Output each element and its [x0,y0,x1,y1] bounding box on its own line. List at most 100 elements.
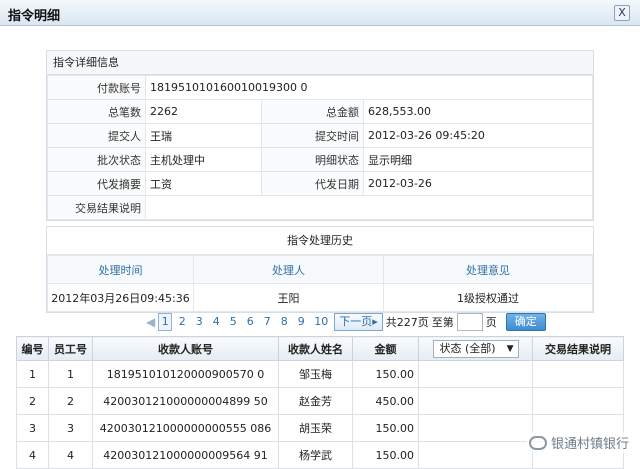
history-col-operator: 处理人 [193,255,384,284]
history-time: 2012年03月26日09:45:36 [47,283,194,312]
detail-panel-header: 指令详细信息 [47,51,593,75]
page-link-7[interactable]: 7 [260,313,274,331]
detail-row-summary: 代发摘要 工资 代发日期 2012-03-26 [47,171,593,196]
account-label: 付款账号 [47,75,146,100]
grid-col-status: 状态 (全部) ▼ [418,336,533,361]
cell-payee-name: 杨学武 [278,441,353,469]
dialog-titlebar: 指令明细 X [0,0,640,26]
cell-payee-account: 420030121000000009564 91 [92,441,279,469]
cell-amount: 150.00 [352,441,419,469]
cell-amount: 450.00 [352,387,419,415]
pagination: ◀ 1 2 3 4 5 6 7 8 9 10 下一页▸ 共227页 至第 页 确… [146,311,546,333]
detail-status-label: 明细状态 [261,147,364,172]
history-caption: 指令处理历史 [47,227,593,255]
count-label: 总笔数 [47,99,146,124]
page-link-10[interactable]: 10 [311,313,331,331]
page-unit-label: 页 [485,316,497,329]
submit-time-value: 2012-03-26 09:45:20 [363,123,593,148]
batch-status-label: 批次状态 [47,147,146,172]
total-pages: 共227页 [385,316,429,329]
cell-payee-account: 420030121000000004899 50 [92,387,279,415]
page-link-8[interactable]: 8 [277,313,291,331]
cell-status [418,360,533,388]
detail-row-count: 总笔数 2262 总金额 628,553.00 [47,99,593,124]
processing-history-panel: 指令处理历史 处理时间 处理人 处理意见 2012年03月26日09:45:36… [46,226,594,313]
cell-employee-id: 4 [48,441,93,469]
next-page-button[interactable]: 下一页▸ [334,313,383,331]
history-header-row: 处理时间 处理人 处理意见 [47,255,593,284]
wechat-icon [528,435,547,450]
grid-header-row: 编号 员工号 收款人账号 收款人姓名 金额 状态 (全部) ▼ 交易结果说明 [16,336,624,361]
history-opinion: 1级授权通过 [383,283,593,312]
grid-col-result: 交易结果说明 [532,336,624,361]
close-icon[interactable]: X [614,5,630,21]
goto-label: 至第 [431,316,454,329]
cell-amount: 150.00 [352,414,419,442]
detail-table: 付款账号 181951010160010019300 0 总笔数 2262 总金… [47,75,593,220]
table-row: 2 2 420030121000000004899 50 赵金芳 450.00 [16,387,624,415]
status-filter-select[interactable]: 状态 (全部) ▼ [432,339,519,358]
history-col-opinion: 处理意见 [383,255,593,284]
instruction-detail-panel: 指令详细信息 付款账号 181951010160010019300 0 总笔数 … [46,50,594,221]
submitter-value: 王瑞 [145,123,262,148]
result-value [145,195,593,220]
page-link-3[interactable]: 3 [192,313,206,331]
status-filter-value: 状态 (全部) [439,341,496,355]
history-operator: 王阳 [193,283,384,312]
cell-payee-account: 420030121000000000555 086 [92,414,279,442]
grid-col-amount: 金额 [352,336,419,361]
cell-result [532,387,624,415]
page-link-5[interactable]: 5 [226,313,240,331]
grid-col-employee-id: 员工号 [48,336,93,361]
cell-employee-id: 1 [48,360,93,388]
cell-payee-name: 邹玉梅 [278,360,353,388]
cell-employee-id: 2 [48,387,93,415]
count-value: 2262 [145,99,262,124]
submitter-label: 提交人 [47,123,146,148]
summary-value: 工资 [145,171,262,196]
page-link-2[interactable]: 2 [175,313,189,331]
page-link-1[interactable]: 1 [158,313,173,331]
batch-status-value: 主机处理中 [145,147,262,172]
page-link-6[interactable]: 6 [243,313,257,331]
cell-payee-name: 胡玉荣 [278,414,353,442]
cell-employee-id: 3 [48,414,93,442]
date-label: 代发日期 [261,171,364,196]
history-col-time: 处理时间 [47,255,194,284]
watermark-text: 银通村镇银行 [550,437,629,452]
cell-status [418,387,533,415]
history-table: 处理时间 处理人 处理意见 2012年03月26日09:45:36 王阳 1级授… [47,255,593,312]
amount-label: 总金额 [261,99,364,124]
next-page-label: 下一页 [339,315,373,328]
next-arrow-icon: ▸ [372,315,378,328]
page-number-input[interactable] [456,313,483,331]
page-link-9[interactable]: 9 [294,313,308,331]
cell-no: 3 [16,414,49,442]
cell-no: 4 [16,441,49,469]
cell-amount: 150.00 [352,360,419,388]
detail-row-result: 交易结果说明 [47,195,593,220]
date-value: 2012-03-26 [363,171,593,196]
detail-row-submitter: 提交人 王瑞 提交时间 2012-03-26 09:45:20 [47,123,593,148]
result-label: 交易结果说明 [47,195,146,220]
page-link-4[interactable]: 4 [209,313,223,331]
cell-result [532,360,624,388]
chevron-down-icon: ▼ [506,343,514,354]
cell-payee-name: 赵金芳 [278,387,353,415]
history-row: 2012年03月26日09:45:36 王阳 1级授权通过 [47,283,593,312]
dialog-title: 指令明细 [8,9,61,24]
cell-no: 1 [16,360,49,388]
detail-row-account: 付款账号 181951010160010019300 0 [47,75,593,100]
cell-status [418,414,533,442]
cell-status [418,441,533,469]
cell-payee-account: 181951010120000900570 0 [92,360,279,388]
submit-time-label: 提交时间 [261,123,364,148]
account-value: 181951010160010019300 0 [145,75,593,100]
watermark: 银通村镇银行 [525,432,632,453]
prev-page-icon[interactable]: ◀ [146,315,155,329]
confirm-button[interactable]: 确定 [505,313,546,331]
detail-status-value: 显示明细 [363,147,593,172]
table-row: 1 1 181951010120000900570 0 邹玉梅 150.00 [16,360,624,388]
summary-label: 代发摘要 [47,171,146,196]
detail-row-status: 批次状态 主机处理中 明细状态 显示明细 [47,147,593,172]
